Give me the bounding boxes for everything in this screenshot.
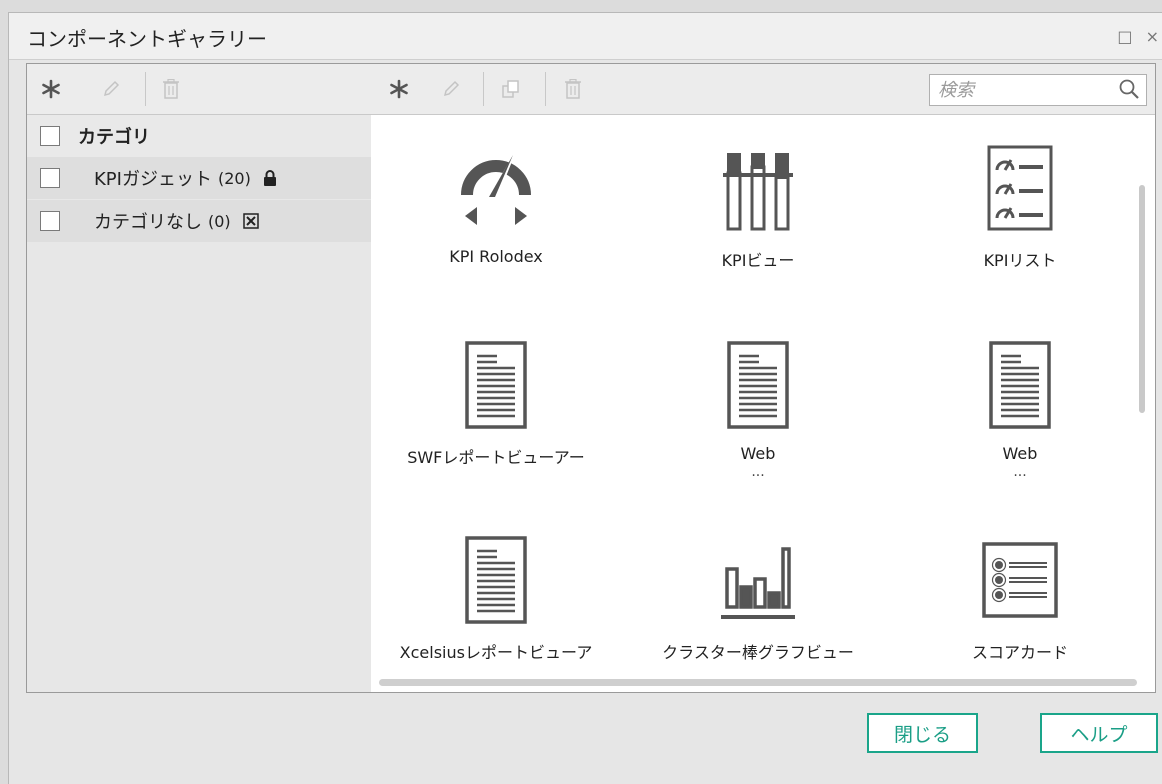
gallery-item-sublabel: ... <box>751 464 765 480</box>
gallery-item-label: スコアカード <box>971 643 1068 662</box>
help-button[interactable]: ヘルプ <box>1040 713 1158 753</box>
toolbar-separator <box>145 72 146 106</box>
search-box <box>929 74 1147 106</box>
bar-chart-icon <box>721 547 795 619</box>
gallery-item-sublabel: ... <box>1013 464 1027 480</box>
document-icon <box>465 536 527 624</box>
gallery-item-label: SWFレポートビューアー <box>407 448 585 467</box>
dialog-title: コンポーネントギャラリー <box>27 27 267 51</box>
gallery-item-label: KPI Rolodex <box>449 247 543 266</box>
category-item-kpi-gadget[interactable]: KPIガジェット (20) <box>27 157 372 199</box>
gauge-icon <box>461 149 531 225</box>
close-button[interactable]: 閉じる <box>867 713 978 753</box>
add-icon[interactable] <box>385 75 413 103</box>
category-count: (0) <box>208 211 231 231</box>
category-item-uncategorized[interactable]: カテゴリなし (0) <box>27 199 372 242</box>
category-panel: カテゴリ KPIガジェット (20) カテゴリなし (0) <box>26 63 373 693</box>
component-gallery-dialog: コンポーネントギャラリー □ × カテゴリ KPIガジェット (20) カテゴリ… <box>8 12 1162 784</box>
gallery-item-label: Web <box>740 444 776 463</box>
gallery-item-kpi-list[interactable]: KPIリスト <box>895 143 1145 271</box>
kpi-view-icon <box>723 153 793 231</box>
select-all-checkbox[interactable] <box>40 126 60 146</box>
component-panel: KPI Rolodex KPIビュー <box>371 63 1156 693</box>
category-header-row[interactable]: カテゴリ <box>27 115 372 157</box>
kpi-list-icon <box>987 145 1053 231</box>
document-icon <box>465 341 527 429</box>
horizontal-scrollbar[interactable] <box>379 679 1137 686</box>
gallery-item-swf-report-viewer[interactable]: SWFレポートビューアー <box>371 340 621 468</box>
search-input[interactable] <box>930 75 1126 105</box>
category-checkbox[interactable] <box>40 168 60 188</box>
document-icon <box>989 341 1051 429</box>
category-label: カテゴリなし <box>94 212 202 233</box>
gallery-item-label: Web <box>1002 444 1038 463</box>
delete-icon[interactable] <box>559 75 587 103</box>
gallery-item-kpi-view[interactable]: KPIビュー <box>633 143 883 271</box>
scorecard-icon <box>982 542 1058 618</box>
category-toolbar <box>27 64 372 115</box>
category-header-label: カテゴリ <box>78 127 150 148</box>
gallery-item-kpi-rolodex[interactable]: KPI Rolodex <box>371 143 621 266</box>
gallery-item-label: クラスター棒グラフビュー <box>662 643 854 662</box>
lock-icon <box>263 170 276 186</box>
gallery-item-label: KPIリスト <box>983 251 1057 270</box>
add-icon[interactable] <box>37 75 65 103</box>
vertical-scrollbar[interactable] <box>1139 185 1145 413</box>
category-label: KPIガジェット <box>94 169 212 190</box>
toolbar-separator <box>545 72 546 106</box>
gallery-item-label: KPIビュー <box>721 251 795 270</box>
delete-icon[interactable] <box>157 75 185 103</box>
component-gallery-grid: KPI Rolodex KPIビュー KPIリスト SWFレポートビューアー W… <box>371 115 1155 692</box>
window-controls[interactable]: □ × <box>1117 27 1162 46</box>
toolbar-separator <box>483 72 484 106</box>
x-box-icon[interactable] <box>242 213 259 229</box>
gallery-item-web-1[interactable]: Web ... <box>633 340 883 480</box>
gallery-item-scorecard[interactable]: スコアカード <box>895 535 1145 663</box>
category-checkbox[interactable] <box>40 211 60 231</box>
search-icon[interactable] <box>1118 78 1140 100</box>
category-list: カテゴリ KPIガジェット (20) カテゴリなし (0) <box>27 115 372 242</box>
category-count: (20) <box>217 168 251 188</box>
copy-icon[interactable] <box>497 75 525 103</box>
title-bar: コンポーネントギャラリー □ × <box>9 13 1162 60</box>
edit-icon[interactable] <box>97 75 125 103</box>
gallery-item-cluster-bar-chart-view[interactable]: クラスター棒グラフビュー <box>633 535 883 663</box>
gallery-item-label: Xcelsiusレポートビューア <box>399 643 593 662</box>
gallery-item-xcelsius-report-viewer[interactable]: Xcelsiusレポートビューア <box>371 535 621 663</box>
gallery-item-web-2[interactable]: Web ... <box>895 340 1145 480</box>
component-toolbar <box>371 64 1155 115</box>
document-icon <box>727 341 789 429</box>
edit-icon[interactable] <box>437 75 465 103</box>
